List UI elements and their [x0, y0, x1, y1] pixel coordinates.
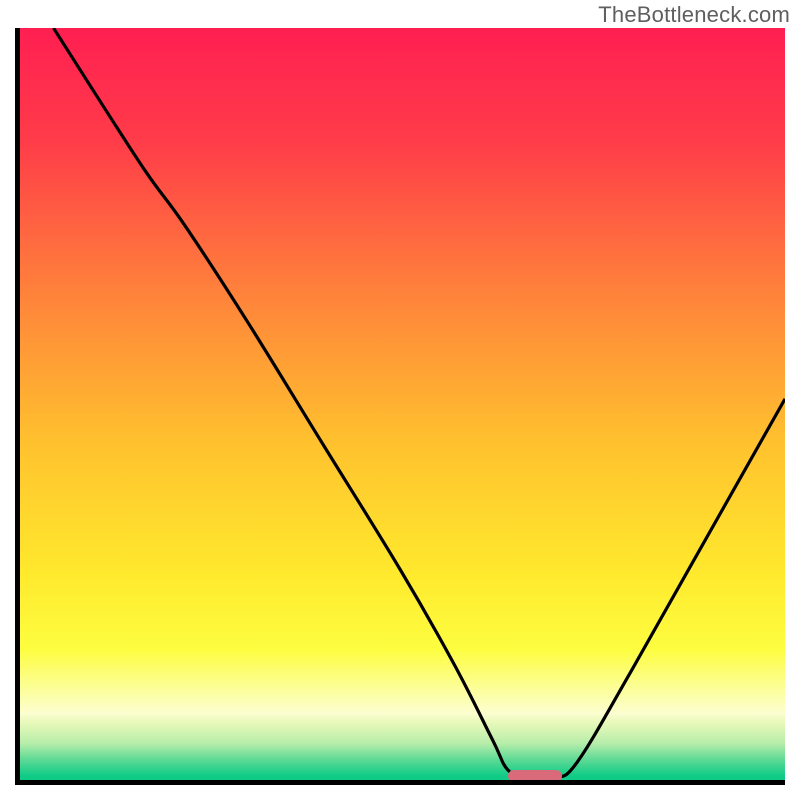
plot-area	[15, 28, 785, 785]
x-axis	[15, 780, 785, 785]
background-gradient	[15, 28, 785, 785]
y-axis	[15, 28, 20, 785]
chart-frame: TheBottleneck.com	[0, 0, 800, 800]
attribution-label: TheBottleneck.com	[598, 2, 790, 28]
